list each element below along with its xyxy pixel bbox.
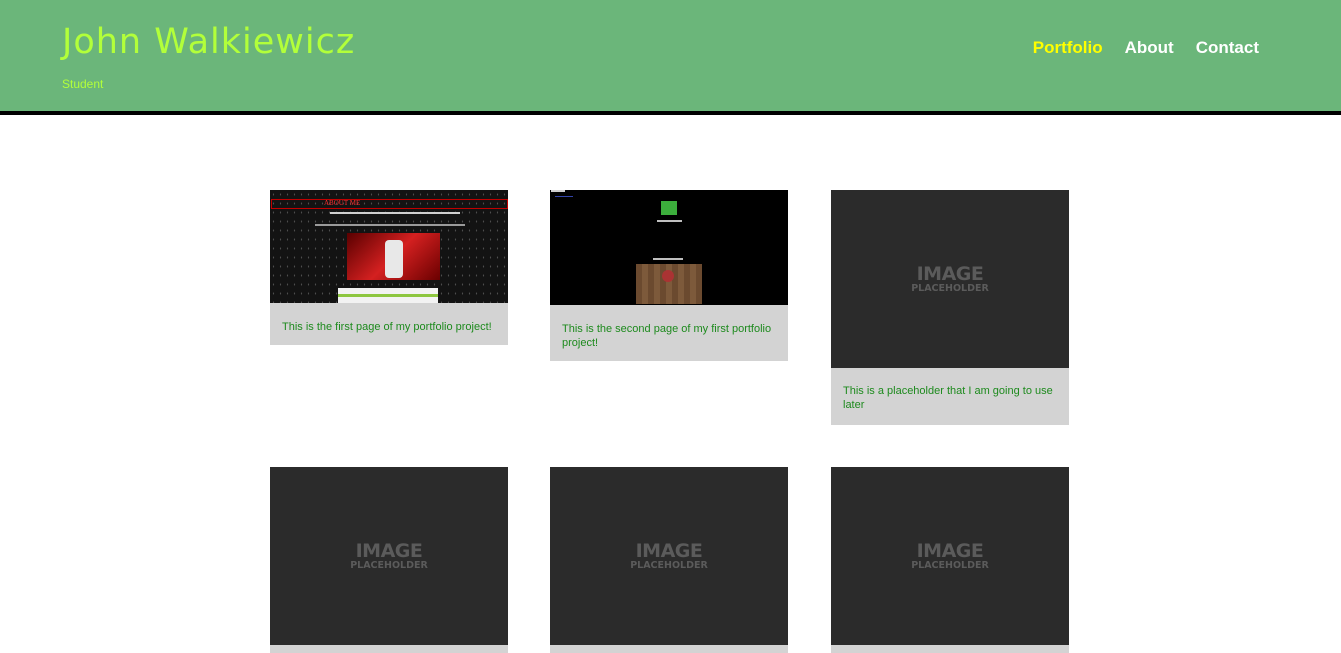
placeholder-title: IMAGE xyxy=(916,540,984,562)
portfolio-thumbnail-2[interactable] xyxy=(550,190,788,305)
portfolio-card-1[interactable]: ABOUT ME This is the first page of my po… xyxy=(270,190,508,345)
portfolio-card-5[interactable]: IMAGE PLACEHOLDER xyxy=(550,467,788,653)
image-placeholder[interactable]: IMAGE PLACEHOLDER xyxy=(831,467,1069,645)
image-placeholder[interactable]: IMAGE PLACEHOLDER xyxy=(550,467,788,645)
site-subtitle: Student xyxy=(62,77,104,91)
portfolio-card-3[interactable]: IMAGE PLACEHOLDER This is a placeholder … xyxy=(831,190,1069,425)
main-nav: Portfolio About Contact xyxy=(1033,38,1259,58)
placeholder-subtitle: PLACEHOLDER xyxy=(911,560,989,571)
thumbnail-banner-text: ABOUT ME xyxy=(324,199,361,207)
placeholder-subtitle: PLACEHOLDER xyxy=(350,560,428,571)
portfolio-thumbnail-1[interactable]: ABOUT ME xyxy=(270,190,508,303)
portfolio-card-2[interactable]: This is the second page of my first port… xyxy=(550,190,788,361)
card-caption: This is the second page of my first port… xyxy=(562,323,772,349)
nav-contact[interactable]: Contact xyxy=(1196,38,1259,58)
nav-portfolio[interactable]: Portfolio xyxy=(1033,38,1103,58)
portfolio-card-4[interactable]: IMAGE PLACEHOLDER xyxy=(270,467,508,653)
nav-about[interactable]: About xyxy=(1125,38,1174,58)
portfolio-card-6[interactable]: IMAGE PLACEHOLDER xyxy=(831,467,1069,653)
placeholder-subtitle: PLACEHOLDER xyxy=(911,283,989,294)
placeholder-subtitle: PLACEHOLDER xyxy=(630,560,708,571)
card-caption: This is the first page of my portfolio p… xyxy=(282,321,492,333)
image-placeholder[interactable]: IMAGE PLACEHOLDER xyxy=(270,467,508,645)
site-title: John Walkiewicz xyxy=(62,22,356,62)
image-placeholder[interactable]: IMAGE PLACEHOLDER xyxy=(831,190,1069,368)
placeholder-title: IMAGE xyxy=(916,263,984,285)
site-header: John Walkiewicz Student Portfolio About … xyxy=(0,0,1341,115)
placeholder-title: IMAGE xyxy=(355,540,423,562)
placeholder-title: IMAGE xyxy=(635,540,703,562)
card-caption: This is a placeholder that I am going to… xyxy=(843,385,1053,411)
